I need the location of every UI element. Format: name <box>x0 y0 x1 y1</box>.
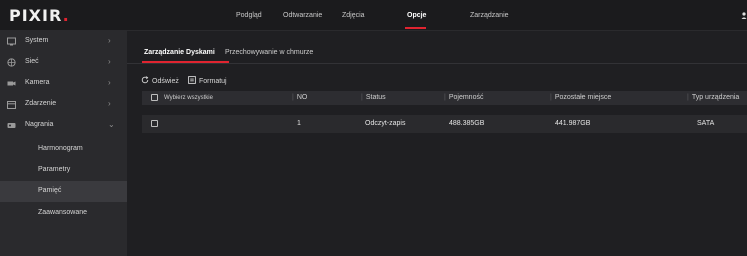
column-header-capacity: | Pojemność <box>444 94 484 101</box>
sidebar-subitem-parametry[interactable]: Parametry <box>0 160 127 181</box>
select-all-checkbox[interactable] <box>151 94 158 101</box>
cell-device-type: SATA <box>697 120 715 127</box>
table-header: Wybierz wszystkie | NO | Status | Pojemność… <box>142 91 747 105</box>
nav-item-podglad[interactable]: Podgląd <box>236 12 262 19</box>
sidebar-subitem-label: Zaawansowane <box>38 209 88 216</box>
chevron-right-icon: › <box>108 57 111 66</box>
table-row[interactable]: 1 Odczyt-zapis 488.385GB 441.987GB SATA <box>142 115 747 133</box>
camera-icon <box>7 79 16 88</box>
column-header-no: | NO <box>292 94 308 101</box>
column-header-free-space: | Pozostałe miejsce <box>550 94 612 101</box>
recording-icon <box>7 121 16 130</box>
nav-active-underline <box>405 27 426 29</box>
cell-no: 1 <box>297 120 301 127</box>
sidebar-item-label: Zdarzenie <box>25 100 57 107</box>
column-header-device-type: | Typ urządzenia <box>687 94 740 101</box>
nav-item-opcje[interactable]: Opcje <box>407 12 426 19</box>
column-header-select-all: Wybierz wszystkie <box>164 95 213 101</box>
tab-cloud-storage[interactable]: Przechowywanie w chmurze <box>225 49 313 56</box>
chevron-right-icon: › <box>108 99 111 108</box>
sidebar-subitem-label: Harmonogram <box>38 145 83 152</box>
sidebar-item-label: Kamera <box>25 79 50 86</box>
format-button[interactable]: Formatuj <box>188 76 227 86</box>
format-icon <box>188 76 196 86</box>
logo: PIXIR. <box>9 6 70 25</box>
refresh-button[interactable]: Odśwież <box>141 76 179 86</box>
sidebar-item-label: Sieć <box>25 58 39 65</box>
refresh-icon <box>141 76 149 86</box>
chevron-right-icon: › <box>108 78 111 87</box>
column-header-status: | Status <box>361 94 386 101</box>
sidebar-subitem-pamiec[interactable]: Pamięć <box>0 181 127 202</box>
sidebar-item-label: Nagrania <box>25 121 54 128</box>
cell-capacity: 488.385GB <box>449 120 485 127</box>
sidebar-item-system[interactable]: System › <box>0 31 127 52</box>
tab-disk-management[interactable]: Zarządzanie Dyskami <box>144 49 215 56</box>
cell-status: Odczyt-zapis <box>365 120 406 127</box>
format-label: Formatuj <box>199 77 227 85</box>
tab-divider <box>127 63 747 64</box>
network-icon <box>7 58 16 67</box>
sidebar-subitem-harmonogram[interactable]: Harmonogram <box>0 139 127 160</box>
nav-item-odtwarzanie[interactable]: Odtwarzanie <box>283 12 322 19</box>
nav-item-zdjecia[interactable]: Zdjęcia <box>342 12 365 19</box>
row-checkbox[interactable] <box>151 120 158 127</box>
chevron-right-icon: › <box>108 36 111 45</box>
chevron-down-icon: ⌄ <box>108 120 115 129</box>
sidebar-subitem-label: Pamięć <box>38 187 62 194</box>
system-icon <box>7 37 16 46</box>
sidebar-subitem-label: Parametry <box>38 166 71 173</box>
cell-free-space: 441.987GB <box>555 120 591 127</box>
sidebar-item-siec[interactable]: Sieć › <box>0 52 127 73</box>
top-bar: PIXIR. Podgląd Odtwarzanie Zdjęcia Opcje… <box>0 0 747 31</box>
sidebar-item-label: System <box>25 37 49 44</box>
event-icon <box>7 100 16 109</box>
nav-item-zarzadzanie[interactable]: Zarządzanie <box>470 12 509 19</box>
sidebar-item-zdarzenie[interactable]: Zdarzenie › <box>0 94 127 115</box>
main-content: Zarządzanie Dyskami Przechowywanie w chm… <box>127 31 747 256</box>
sidebar: System › Sieć › Kamera › Zdarzenie › Nag… <box>0 31 127 256</box>
user-menu-icon[interactable] <box>741 12 747 19</box>
sidebar-item-nagrania[interactable]: Nagrania ⌄ <box>0 115 127 136</box>
refresh-label: Odśwież <box>152 77 179 85</box>
sidebar-subitem-zaawansowane[interactable]: Zaawansowane <box>0 203 127 224</box>
sidebar-item-kamera[interactable]: Kamera › <box>0 73 127 94</box>
